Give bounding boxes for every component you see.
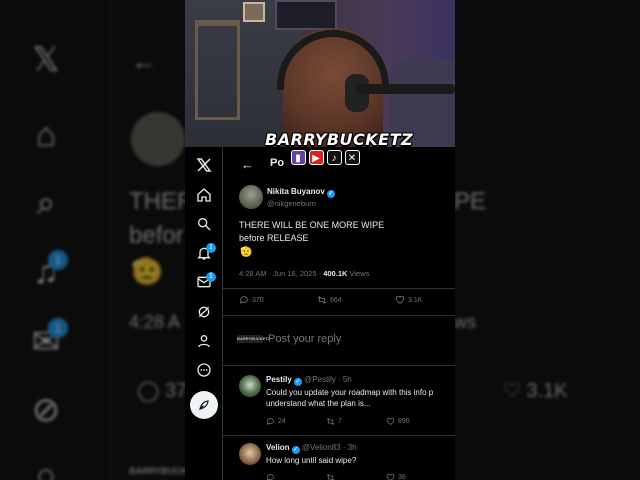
x-logo-icon[interactable] <box>194 155 214 175</box>
verified-badge-icon: ✓ <box>326 190 335 198</box>
reply-icon <box>267 474 274 480</box>
grok-icon[interactable] <box>194 302 214 322</box>
post-timestamp[interactable]: 4:28 AM · Jun 16, 2025 · <box>239 269 323 278</box>
feather-icon <box>199 400 209 410</box>
tiktok-icon: ♪ <box>326 150 342 165</box>
reply-author-handle[interactable]: @Velion83 · 3h <box>302 443 357 452</box>
reply-count: 24 <box>278 418 286 425</box>
post-meta: 4:28 AM · Jun 16, 2025 · 400.1K Views <box>239 269 369 278</box>
reply-item[interactable]: Pestily ✓ @Pestily · 5h Could you update … <box>223 371 455 433</box>
like-button[interactable]: 890 <box>386 417 410 426</box>
webcam-feed <box>185 0 455 147</box>
x-logo-icon: 𝕏 <box>32 41 60 79</box>
heart-icon <box>386 473 395 480</box>
social-icons: ▮ ▶ ♪ ✕ <box>265 150 385 165</box>
back-arrow-icon[interactable]: ← <box>241 157 254 172</box>
profile-icon[interactable] <box>194 331 214 351</box>
repost-icon <box>326 417 335 426</box>
reply-composer[interactable]: BARRYBUCKETZ Post your reply <box>223 317 455 361</box>
like-count: 3.1K <box>408 296 423 304</box>
more-icon[interactable] <box>194 360 214 380</box>
heart-icon <box>395 295 405 304</box>
avatar[interactable] <box>239 443 261 465</box>
background-like-count: ♡ 3.1K <box>503 380 568 402</box>
stream-brand: BARRYBUCKETZ ▮ ▶ ♪ ✕ <box>265 130 414 170</box>
post-actions: 370 664 3.1K <box>239 295 439 309</box>
avatar[interactable] <box>239 375 261 397</box>
repost-button[interactable] <box>326 473 335 480</box>
search-icon: ⌕ <box>36 184 56 222</box>
post-author[interactable]: Nikita Buyanov ✓ @nikgeneburn <box>239 185 449 211</box>
reply-text: How long until said wipe? <box>266 456 357 465</box>
reply-actions: 36 <box>266 473 446 480</box>
like-count: 890 <box>398 418 410 425</box>
reply-actions: 24 7 890 <box>266 417 446 427</box>
repost-count: 7 <box>338 418 342 425</box>
heart-icon <box>386 417 395 425</box>
search-icon[interactable] <box>194 214 214 234</box>
salute-emoji: 🫡 <box>240 247 253 258</box>
reply-input[interactable]: Post your reply <box>268 333 341 345</box>
compose-post-button[interactable] <box>190 391 218 419</box>
brand-name: BARRYBUCKETZ <box>265 130 414 149</box>
repost-icon <box>326 473 335 480</box>
reply-button[interactable] <box>266 473 275 480</box>
home-icon[interactable] <box>194 185 214 205</box>
post-thread: ← Po Nikita Buyanov ✓ @nikgeneburn THERE … <box>223 147 455 480</box>
author-handle[interactable]: @nikgeneburn <box>267 199 316 208</box>
mic-arm <box>355 84 455 94</box>
repost-count: 664 <box>330 296 342 304</box>
notification-badge: 1 <box>48 250 68 270</box>
views-label: Views <box>347 269 370 278</box>
background-line2: befor <box>129 222 184 249</box>
repost-button[interactable]: 7 <box>326 417 342 426</box>
background-time: 4:28 A <box>129 312 181 332</box>
reply-author-handle[interactable]: @Pestily · 5h <box>304 375 352 384</box>
reply-item[interactable]: Velion ✓ @Velion83 · 3h How long until sa… <box>223 440 455 480</box>
verified-badge-icon: ✓ <box>293 378 302 386</box>
home-icon: ⌂ <box>35 116 57 154</box>
like-button[interactable]: 3.1K <box>395 295 422 305</box>
divider <box>223 435 455 436</box>
sidebar: 1 1 <box>185 147 223 480</box>
reply-author-name[interactable]: Velion <box>266 443 290 452</box>
reply-icon <box>240 296 248 304</box>
background-reply-count: ◯ 37 <box>137 380 188 402</box>
notification-badge: 1 <box>206 243 216 253</box>
background-views: ws <box>454 312 476 332</box>
profile-icon: ○ <box>35 457 57 480</box>
background-sidebar: 𝕏 ⌂ ⌕ ♫ 1 ✉ 1 ⊘ ○ <box>0 0 92 480</box>
divider <box>223 315 455 316</box>
background-emoji: 🫡 <box>131 256 164 286</box>
post-text: THERE WILL BE ONE MORE WIPE before RELEA… <box>239 220 385 243</box>
divider <box>223 288 455 289</box>
messages-badge: 1 <box>206 272 216 282</box>
verified-badge-icon: ✓ <box>291 446 300 454</box>
youtube-icon: ▶ <box>308 150 324 165</box>
background-back-arrow: ← <box>131 46 157 76</box>
background-avatar <box>131 112 185 166</box>
reply-count: 370 <box>252 296 264 304</box>
grok-icon: ⊘ <box>31 391 61 429</box>
composer-avatar: BARRYBUCKETZ <box>237 335 271 343</box>
reply-button[interactable]: 24 <box>266 417 286 426</box>
like-button[interactable]: 36 <box>386 473 406 480</box>
x-icon: ✕ <box>344 150 360 165</box>
twitch-icon: ▮ <box>290 150 306 165</box>
reply-button[interactable]: 370 <box>239 295 264 305</box>
phone-overlay: BARRYBUCKETZ ▮ ▶ ♪ ✕ 1 1 ← Po Nikita Buy… <box>185 0 455 480</box>
repost-button[interactable]: 664 <box>317 295 342 305</box>
avatar[interactable] <box>239 185 263 209</box>
reply-icon <box>266 418 274 425</box>
author-name[interactable]: Nikita Buyanov <box>267 187 325 196</box>
views-count: 400.1K <box>323 269 348 278</box>
repost-icon <box>317 296 327 304</box>
messages-badge: 1 <box>48 318 68 338</box>
divider <box>223 365 455 366</box>
reply-text: Could you update your roadmap with this … <box>266 388 434 408</box>
reply-author-name[interactable]: Pestily <box>266 375 292 384</box>
background-heading-right: PE <box>454 188 487 215</box>
like-count: 36 <box>398 474 406 480</box>
